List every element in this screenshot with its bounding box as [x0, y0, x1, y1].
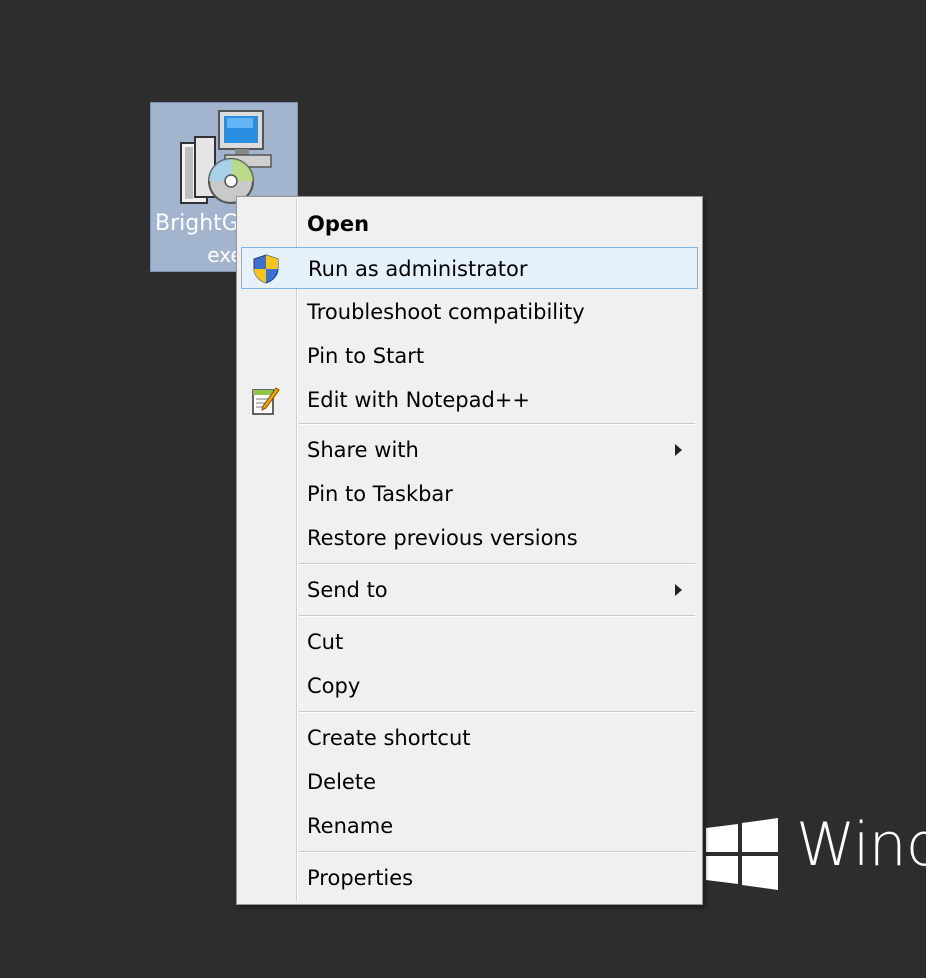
menu-item-create-shortcut[interactable]: Create shortcut	[241, 717, 698, 759]
menu-separator	[299, 615, 695, 617]
menu-item-label: Restore previous versions	[307, 526, 578, 550]
menu-item-properties[interactable]: Properties	[241, 857, 698, 899]
menu-item-label: Edit with Notepad++	[307, 388, 531, 412]
submenu-arrow-icon	[675, 584, 682, 596]
menu-item-delete[interactable]: Delete	[241, 761, 698, 803]
installer-icon	[180, 110, 272, 204]
menu-item-label: Cut	[307, 630, 344, 654]
menu-item-pin-to-taskbar[interactable]: Pin to Taskbar	[241, 473, 698, 515]
menu-item-label: Run as administrator	[308, 257, 528, 281]
menu-separator	[299, 851, 695, 853]
menu-item-copy[interactable]: Copy	[241, 665, 698, 707]
menu-item-restore-previous-versions[interactable]: Restore previous versions	[241, 517, 698, 559]
menu-item-label: Troubleshoot compatibility	[307, 300, 585, 324]
uac-shield-icon	[253, 254, 279, 284]
windows-logo-icon	[706, 818, 778, 890]
menu-item-label: Send to	[307, 578, 388, 602]
windows-brand-text: Wind	[796, 810, 926, 880]
menu-separator	[299, 711, 695, 713]
menu-item-troubleshoot-compatibility[interactable]: Troubleshoot compatibility	[241, 291, 698, 333]
menu-item-send-to[interactable]: Send to	[241, 569, 698, 611]
menu-item-share-with[interactable]: Share with	[241, 429, 698, 471]
menu-item-run-as-administrator[interactable]: Run as administrator	[241, 247, 698, 289]
menu-item-label: Properties	[307, 866, 414, 890]
menu-item-open[interactable]: Open	[241, 203, 698, 245]
context-menu: Open Run as administrator Troubleshoot c…	[236, 196, 703, 905]
menu-item-rename[interactable]: Rename	[241, 805, 698, 847]
menu-separator	[299, 423, 695, 425]
menu-item-label: Create shortcut	[307, 726, 471, 750]
menu-item-label: Delete	[307, 770, 376, 794]
menu-item-label: Share with	[307, 438, 419, 462]
menu-item-label: Open	[307, 212, 370, 236]
menu-item-edit-with-notepad[interactable]: Edit with Notepad++	[241, 379, 698, 421]
menu-item-label: Rename	[307, 814, 394, 838]
menu-item-label: Pin to Taskbar	[307, 482, 453, 506]
menu-separator	[299, 563, 695, 565]
menu-item-label: Pin to Start	[307, 344, 425, 368]
submenu-arrow-icon	[675, 444, 682, 456]
notepad-plus-plus-icon	[252, 387, 280, 415]
menu-item-label: Copy	[307, 674, 361, 698]
menu-item-cut[interactable]: Cut	[241, 621, 698, 663]
menu-item-pin-to-start[interactable]: Pin to Start	[241, 335, 698, 377]
